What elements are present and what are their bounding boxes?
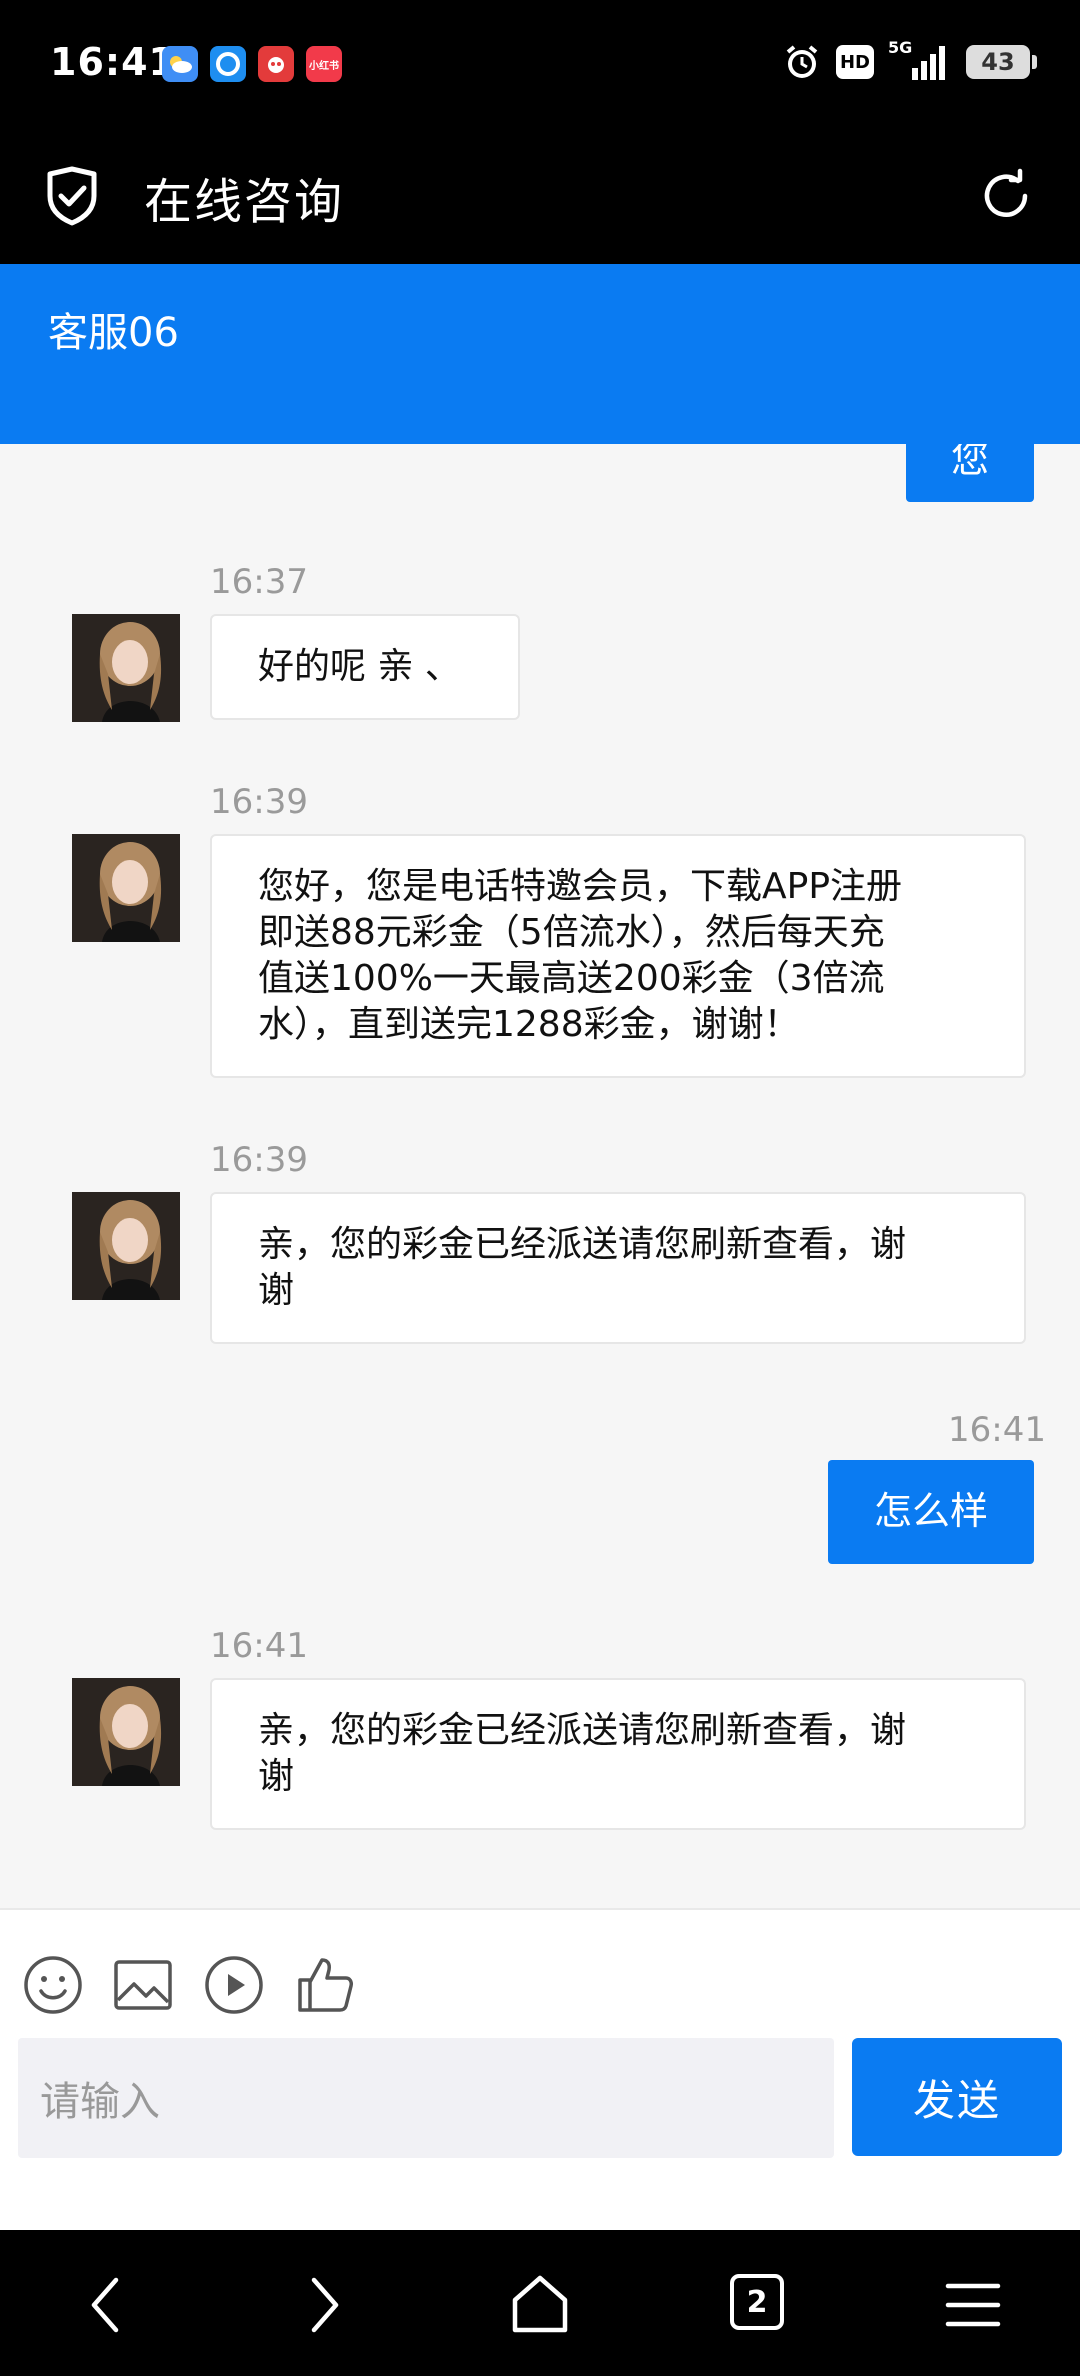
browser-icon <box>210 46 246 82</box>
xiaohongshu-icon: 小红书 <box>306 46 342 82</box>
outgoing-message-partial: 您 <box>906 444 1034 502</box>
agent-avatar <box>72 834 180 942</box>
battery-level: 43 <box>981 48 1015 76</box>
notification-icons: 小红书 <box>162 46 342 82</box>
weather-icon <box>162 46 198 82</box>
incoming-message: 亲，您的彩金已经派送请您刷新查看，谢 谢 <box>210 1678 1026 1830</box>
message-line: 谢 <box>258 1270 295 1311</box>
message-line: 亲，您的彩金已经派送请您刷新查看，谢 <box>258 1710 907 1751</box>
page-title: 在线咨询 <box>144 174 345 230</box>
message-text: 好的呢 亲 、 <box>258 646 461 687</box>
status-time: 16:41 <box>50 40 176 84</box>
message-time: 16:41 <box>948 1410 1046 1450</box>
agent-name: 客服06 <box>48 310 179 356</box>
send-button[interactable]: 发送 <box>852 2038 1062 2156</box>
message-input[interactable]: 请输入 <box>18 2038 834 2158</box>
shield-check-icon <box>47 166 97 226</box>
chat-messages[interactable]: 您 16:37 好的呢 亲 、 16:39 您好，您是电话特邀会员，下载APP注… <box>0 444 1080 1908</box>
tab-count: 2 <box>746 2284 768 2320</box>
alarm-icon <box>786 45 818 78</box>
menu-icon[interactable] <box>938 2270 1008 2340</box>
forward-icon[interactable] <box>288 2270 358 2340</box>
composer: 请输入 发送 <box>0 1908 1080 2230</box>
home-icon[interactable] <box>505 2270 575 2340</box>
emoji-icon[interactable] <box>22 1954 84 2016</box>
signal-icon: 5G <box>888 38 952 82</box>
tabs-button[interactable]: 2 <box>730 2274 784 2330</box>
message-text: 您 <box>950 444 989 481</box>
shopping-icon <box>258 46 294 82</box>
browser-nav-bar: 2 <box>0 2230 1080 2376</box>
refresh-icon[interactable] <box>978 168 1034 224</box>
agent-avatar <box>72 614 180 722</box>
agent-avatar <box>72 1678 180 1786</box>
video-icon[interactable] <box>203 1954 265 2016</box>
like-icon[interactable] <box>294 1954 356 2016</box>
message-line: 水），直到送完1288彩金，谢谢！ <box>258 1004 800 1045</box>
message-time: 16:37 <box>210 562 308 602</box>
agent-banner: 客服06 <box>0 264 1080 444</box>
app-header: 在线咨询 <box>0 132 1080 264</box>
message-line: 即送88元彩金（5倍流水），然后每天充 <box>258 912 885 953</box>
agent-avatar <box>72 1192 180 1300</box>
message-line: 值送100%一天最高送200彩金（3倍流 <box>258 958 885 999</box>
message-line: 亲，您的彩金已经派送请您刷新查看，谢 <box>258 1224 907 1265</box>
message-text: 怎么样 <box>873 1489 988 1533</box>
message-line: 谢 <box>258 1756 295 1797</box>
message-time: 16:41 <box>210 1626 308 1666</box>
image-icon[interactable] <box>112 1954 174 2016</box>
message-input-placeholder: 请输入 <box>40 2079 160 2125</box>
status-bar: 16:41 小红书 HD 5G 43 <box>0 0 1080 132</box>
battery-icon: 43 <box>966 45 1037 79</box>
message-time: 16:39 <box>210 1140 308 1180</box>
incoming-message: 亲，您的彩金已经派送请您刷新查看，谢 谢 <box>210 1192 1026 1344</box>
hd-badge: HD <box>836 45 874 79</box>
back-icon[interactable] <box>72 2270 142 2340</box>
incoming-message: 您好，您是电话特邀会员，下载APP注册 即送88元彩金（5倍流水），然后每天充 … <box>210 834 1026 1078</box>
outgoing-message: 怎么样 <box>828 1460 1034 1564</box>
message-line: 您好，您是电话特邀会员，下载APP注册 <box>258 866 903 907</box>
incoming-message: 好的呢 亲 、 <box>210 614 520 720</box>
status-indicators: HD 5G 43 <box>782 38 1037 82</box>
message-time: 16:39 <box>210 782 308 822</box>
